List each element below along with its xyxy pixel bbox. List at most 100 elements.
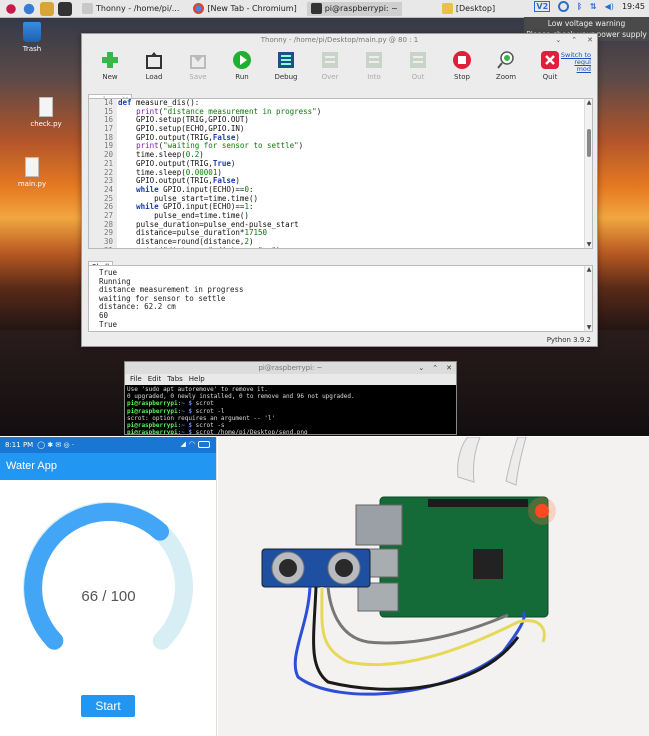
update-icon[interactable]	[558, 1, 570, 12]
gauge-value-text: 66 / 100	[81, 588, 136, 605]
file-icon	[39, 97, 53, 117]
shell-line: True	[99, 319, 118, 329]
start-button[interactable]: Start	[81, 695, 135, 717]
maximize-icon[interactable]: ⌃	[432, 362, 438, 374]
quit-icon	[541, 51, 559, 69]
debug-button[interactable]: Debug	[264, 47, 308, 91]
line-number-gutter: 141516171819202122232425262728293031	[89, 99, 117, 248]
menu-edit[interactable]: Edit	[148, 374, 162, 385]
run-button[interactable]: Run	[220, 47, 264, 91]
menu-help[interactable]: Help	[189, 374, 205, 385]
maximize-icon[interactable]: ⌃	[571, 34, 577, 47]
toolbar: New Load Save Run Debug Over Into Out St…	[82, 47, 597, 91]
file-icon	[25, 157, 39, 177]
switch-mode-link[interactable]: Switch to regul mod	[561, 52, 591, 73]
minimize-icon[interactable]: ⌄	[555, 34, 561, 47]
water-level-gauge	[23, 501, 193, 650]
terminal-line: Use 'sudo apt autoremove' to remove it.	[127, 386, 268, 393]
menu-file[interactable]: File	[130, 374, 142, 385]
close-icon[interactable]: ✕	[446, 362, 452, 374]
editor-scrollbar[interactable]: ▲ ▼	[584, 99, 592, 248]
raspberry-menu-icon[interactable]	[4, 1, 18, 16]
shell-panel[interactable]: True Running distance measurement in progr…	[88, 265, 593, 332]
zoom-button[interactable]: Zoom	[484, 47, 528, 91]
terminal-window: pi@raspberrypi: ~ ⌄ ⌃ ✕ File Edit Tabs H…	[124, 361, 457, 435]
new-icon	[102, 52, 118, 68]
task-terminal[interactable]: pi@raspberrypi: ~	[306, 1, 402, 16]
vnc-icon[interactable]: V2	[534, 1, 551, 12]
scroll-thumb[interactable]	[587, 129, 591, 157]
task-thonny[interactable]: Thonny - /home/pi/...	[78, 2, 183, 16]
task-chromium[interactable]: [New Tab - Chromium]	[189, 2, 300, 16]
step-into-icon	[366, 52, 382, 68]
scroll-down-icon[interactable]: ▼	[585, 324, 592, 331]
code-editor[interactable]: 141516171819202122232425262728293031 def…	[88, 98, 593, 249]
terminal-title: pi@raspberrypi: ~ ⌄ ⌃ ✕	[125, 362, 456, 374]
desktop-icon-main-py[interactable]: main.py	[2, 157, 62, 188]
code-area[interactable]: def measure_dis(): print("distance measu…	[118, 99, 583, 248]
code-line: print("distance:",distance,"cm")	[118, 246, 583, 248]
folder-icon	[441, 3, 453, 14]
run-icon	[233, 51, 251, 69]
python-version: Python 3.9.2	[546, 336, 591, 344]
terminal-line: scrot: option requires an argument -- 'l…	[127, 414, 276, 422]
status-bar: 8:11 PM ◯ ✱ ✉ ◎ · ◢ ◠	[0, 437, 216, 453]
bluetooth-icon[interactable]: ᛒ	[577, 2, 582, 11]
debug-icon	[278, 52, 294, 68]
thonny-window: Thonny - /home/pi/Desktop/main.py @ 80 :…	[81, 33, 598, 347]
clock: 19:45	[621, 2, 645, 11]
signal-icon: ◢	[180, 440, 186, 448]
soc-chip	[473, 549, 503, 579]
gpio-header	[428, 499, 528, 507]
step-into-button[interactable]: Into	[352, 47, 396, 91]
terminal-line: pi@raspberrypi:~ $ scrot -l	[127, 407, 225, 415]
zoom-icon	[497, 51, 514, 69]
terminal-icon	[310, 3, 322, 14]
terminal-line: pi@raspberrypi:~ $ scrot -s	[127, 421, 225, 429]
menu-tabs[interactable]: Tabs	[167, 374, 183, 385]
window-title: Thonny - /home/pi/Desktop/main.py @ 80 :…	[82, 34, 597, 47]
desktop-icon-check-py[interactable]: check.py	[16, 97, 76, 128]
shell-tabs: Shell	[88, 254, 114, 272]
raspberry-pi-board	[379, 496, 549, 618]
terminal-line: 0 upgraded, 0 newly installed, 0 to remo…	[127, 393, 355, 401]
notification-icons: ◯ ✱ ✉ ◎ ·	[37, 441, 75, 449]
thonny-icon	[82, 3, 93, 14]
app-bar: Water App	[0, 453, 216, 480]
stop-icon	[453, 51, 471, 69]
volume-icon[interactable]: ◀)	[605, 2, 614, 11]
load-button[interactable]: Load	[132, 47, 176, 91]
step-over-icon	[322, 52, 338, 68]
terminal-icon[interactable]	[58, 1, 72, 16]
new-button[interactable]: New	[88, 47, 132, 91]
shell-scrollbar[interactable]: ▲ ▼	[584, 266, 592, 331]
save-button[interactable]: Save	[176, 47, 220, 91]
step-out-button[interactable]: Out	[396, 47, 440, 91]
load-icon	[146, 52, 162, 69]
scroll-up-icon[interactable]: ▲	[585, 266, 592, 273]
trash-icon	[23, 22, 41, 42]
file-manager-icon[interactable]	[40, 1, 54, 16]
raspberry-pi-ultrasonic-photo	[218, 437, 649, 736]
desktop-icon-trash[interactable]: Trash	[2, 22, 62, 53]
shell-line: 60	[99, 310, 109, 320]
close-icon[interactable]: ✕	[587, 34, 593, 47]
scroll-down-icon[interactable]: ▼	[585, 241, 592, 248]
ethernet-port	[355, 504, 403, 546]
step-out-icon	[410, 52, 426, 68]
scroll-up-icon[interactable]: ▲	[585, 99, 592, 106]
shell-line: distance: 62.2 cm	[99, 302, 176, 312]
browser-icon[interactable]	[22, 1, 36, 16]
step-over-button[interactable]: Over	[308, 47, 352, 91]
minimize-icon[interactable]: ⌄	[418, 362, 424, 374]
terminal-output[interactable]: Use 'sudo apt autoremove' to remove it. 0…	[125, 385, 456, 434]
task-desktop[interactable]: [Desktop]	[438, 2, 499, 16]
terminal-menu: File Edit Tabs Help	[125, 374, 456, 385]
terminal-line: pi@raspberrypi:~ $ scrot /home/pi/Deskto…	[127, 429, 308, 434]
terminal-line: pi@raspberrypi:~ $ scrot	[127, 400, 214, 408]
taskbar: Thonny - /home/pi/... [New Tab - Chromiu…	[0, 0, 649, 18]
system-tray: V2 ᛒ ⇅ ◀) 19:45	[534, 1, 645, 12]
phone-screenshot: 8:11 PM ◯ ✱ ✉ ◎ · ◢ ◠ Water App 66 / 100…	[0, 437, 217, 736]
network-icon[interactable]: ⇅	[590, 2, 597, 11]
stop-button[interactable]: Stop	[440, 47, 484, 91]
